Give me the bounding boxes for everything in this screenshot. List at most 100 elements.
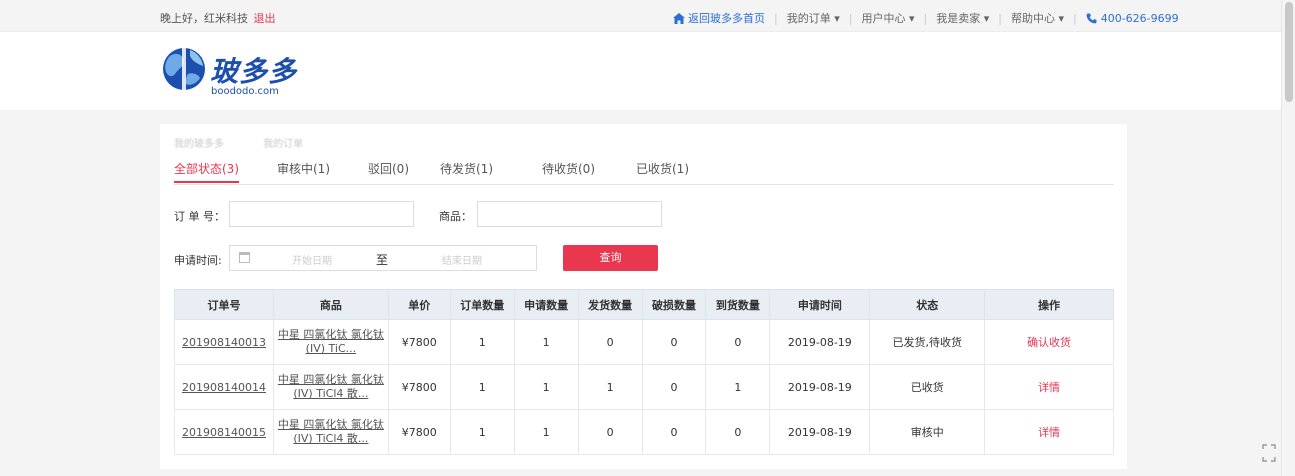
product-name-line2: (IV) TiC...	[305, 342, 357, 355]
order-no-input[interactable]	[229, 201, 414, 227]
details-link[interactable]: 详情	[1038, 426, 1060, 439]
scrollbar-thumb[interactable]	[1285, 2, 1293, 102]
home-icon	[673, 12, 685, 24]
apply-qty-cell: 1	[513, 409, 579, 455]
date-cell: 2019-08-19	[769, 319, 871, 365]
home-link[interactable]: 返回玻多多首页	[673, 10, 765, 26]
product-name-line1: 中星 四氯化钛 氯化钛	[277, 373, 384, 386]
broken-qty-cell: 0	[641, 409, 707, 455]
my-orders-menu[interactable]: 我的订单 ▾	[787, 10, 840, 26]
price-cell: ¥7800	[387, 319, 451, 365]
top-nav-links: 返回玻多多首页 | 我的订单 ▾ | 用户中心 ▾ | 我是卖家 ▾ | 帮助中…	[673, 10, 1179, 26]
table-row: 201908140015 中星 四氯化钛 氯化钛 (IV) TiCl4 散... …	[174, 409, 1114, 455]
action-cell: 详情	[984, 364, 1114, 410]
column-header: 商品	[272, 289, 389, 320]
column-header: 单价	[387, 289, 451, 320]
phone-link[interactable]: 400-626-9699	[1086, 12, 1179, 25]
column-header: 状态	[869, 289, 986, 320]
order-no-link[interactable]: 201908140014	[182, 381, 266, 394]
table-header-row: 订单号 商品 单价 订单数量 申请数量 发货数量 破损数量 到货数量 申请时间 …	[174, 289, 1114, 320]
tab-all[interactable]: 全部状态(3)	[174, 160, 239, 183]
greeting-text: 晚上好，红米科技	[160, 12, 248, 25]
phone-icon	[1086, 13, 1097, 23]
product-link[interactable]: 中星 四氯化钛 氯化钛 (IV) TiC...	[278, 328, 384, 356]
breadcrumb-item[interactable]: 我的玻多多	[174, 139, 224, 150]
page-scrollbar[interactable]	[1281, 0, 1295, 476]
orders-table: 订单号 商品 单价 订单数量 申请数量 发货数量 破损数量 到货数量 申请时间 …	[174, 289, 1114, 455]
orders-panel: 我的玻多多 我的订单 全部状态(3) 审核中(1) 驳回(0) 待发货(1) 待…	[160, 124, 1127, 469]
globe-logo-icon	[163, 48, 205, 90]
column-header: 操作	[984, 289, 1114, 320]
action-cell: 确认收货	[984, 319, 1114, 365]
product-input[interactable]	[477, 201, 662, 227]
product-link[interactable]: 中星 四氯化钛 氯化钛 (IV) TiCl4 散...	[278, 418, 384, 446]
tab-reviewing[interactable]: 审核中(1)	[277, 160, 330, 181]
order-qty-cell: 1	[449, 319, 515, 365]
order-no-cell: 201908140013	[174, 319, 274, 365]
price-cell: ¥7800	[387, 364, 451, 410]
date-range-picker[interactable]: 开始日期 至 结束日期	[229, 245, 537, 271]
top-bar: 晚上好，红米科技 退出 返回玻多多首页 | 我的订单 ▾ | 用户中心 ▾ | …	[0, 0, 1295, 32]
divider: |	[848, 11, 853, 25]
tab-rejected[interactable]: 驳回(0)	[368, 160, 409, 181]
calendar-icon	[239, 252, 250, 263]
greeting: 晚上好，红米科技 退出	[160, 10, 276, 26]
apply-qty-cell: 1	[513, 319, 579, 365]
logout-link[interactable]: 退出	[254, 12, 276, 25]
product-name-line2: (IV) TiCl4 散...	[293, 432, 369, 445]
table-row: 201908140014 中星 四氯化钛 氯化钛 (IV) TiCl4 散... …	[174, 364, 1114, 410]
brand-name: 玻多多	[210, 55, 298, 88]
help-center-menu[interactable]: 帮助中心 ▾	[1011, 10, 1064, 26]
status-cell: 已收货	[869, 364, 986, 410]
home-link-label: 返回玻多多首页	[688, 12, 765, 25]
status-cell: 已发货,待收货	[869, 319, 986, 365]
ship-qty-cell: 0	[577, 319, 643, 365]
user-center-menu[interactable]: 用户中心 ▾	[861, 10, 914, 26]
divider: |	[774, 11, 778, 25]
my-orders-label: 我的订单	[786, 12, 831, 25]
apply-qty-cell: 1	[513, 364, 579, 410]
divider: |	[1073, 11, 1077, 25]
query-button[interactable]: 查询	[563, 245, 658, 271]
price-cell: ¥7800	[387, 409, 451, 455]
tab-to-receive[interactable]: 待收货(0)	[542, 160, 595, 181]
end-date-input[interactable]: 结束日期	[442, 252, 482, 267]
order-no-cell: 201908140015	[174, 409, 274, 455]
status-cell: 审核中	[869, 409, 986, 455]
seller-menu[interactable]: 我是卖家 ▾	[936, 10, 989, 26]
help-center-label: 帮助中心	[1010, 12, 1055, 25]
product-name-line1: 中星 四氯化钛 氯化钛	[277, 418, 384, 431]
order-qty-cell: 1	[449, 364, 515, 410]
ship-qty-cell: 0	[577, 409, 643, 455]
arrive-qty-cell: 1	[705, 364, 771, 410]
confirm-receipt-link[interactable]: 确认收货	[1027, 336, 1071, 349]
date-label: 申请时间:	[174, 254, 222, 267]
brand-domain: boododo.com	[211, 86, 279, 97]
tab-received[interactable]: 已收货(1)	[636, 160, 689, 181]
column-header: 发货数量	[577, 289, 643, 320]
product-link[interactable]: 中星 四氯化钛 氯化钛 (IV) TiCl4 散...	[278, 373, 384, 401]
order-no-link[interactable]: 201908140013	[182, 336, 266, 349]
product-name-line2: (IV) TiCl4 散...	[293, 387, 369, 400]
breadcrumb-item[interactable]: 我的订单	[263, 139, 303, 150]
phone-number: 400-626-9699	[1100, 11, 1179, 25]
fullscreen-icon[interactable]	[1262, 444, 1276, 462]
chevron-down-icon: ▾	[1058, 12, 1064, 25]
divider: |	[923, 11, 928, 25]
ship-qty-cell: 1	[577, 364, 643, 410]
site-logo[interactable]: 玻多多 boododo.com	[162, 44, 312, 100]
product-cell: 中星 四氯化钛 氯化钛 (IV) TiCl4 散...	[272, 364, 389, 410]
column-header: 订单号	[174, 289, 274, 320]
product-label: 商品：	[439, 210, 472, 223]
column-header: 订单数量	[449, 289, 515, 320]
chevron-down-icon: ▾	[834, 12, 840, 25]
user-center-label: 用户中心	[861, 12, 906, 25]
order-no-link[interactable]: 201908140015	[182, 426, 266, 439]
start-date-input[interactable]: 开始日期	[292, 252, 332, 267]
status-tabs: 全部状态(3) 审核中(1) 驳回(0) 待发货(1) 待收货(0) 已收货(1…	[174, 160, 1114, 185]
broken-qty-cell: 0	[641, 364, 707, 410]
details-link[interactable]: 详情	[1038, 381, 1060, 394]
arrive-qty-cell: 0	[705, 409, 771, 455]
tab-to-ship[interactable]: 待发货(1)	[440, 160, 493, 181]
table-row: 201908140013 中星 四氯化钛 氯化钛 (IV) TiC... ¥780…	[174, 319, 1114, 365]
